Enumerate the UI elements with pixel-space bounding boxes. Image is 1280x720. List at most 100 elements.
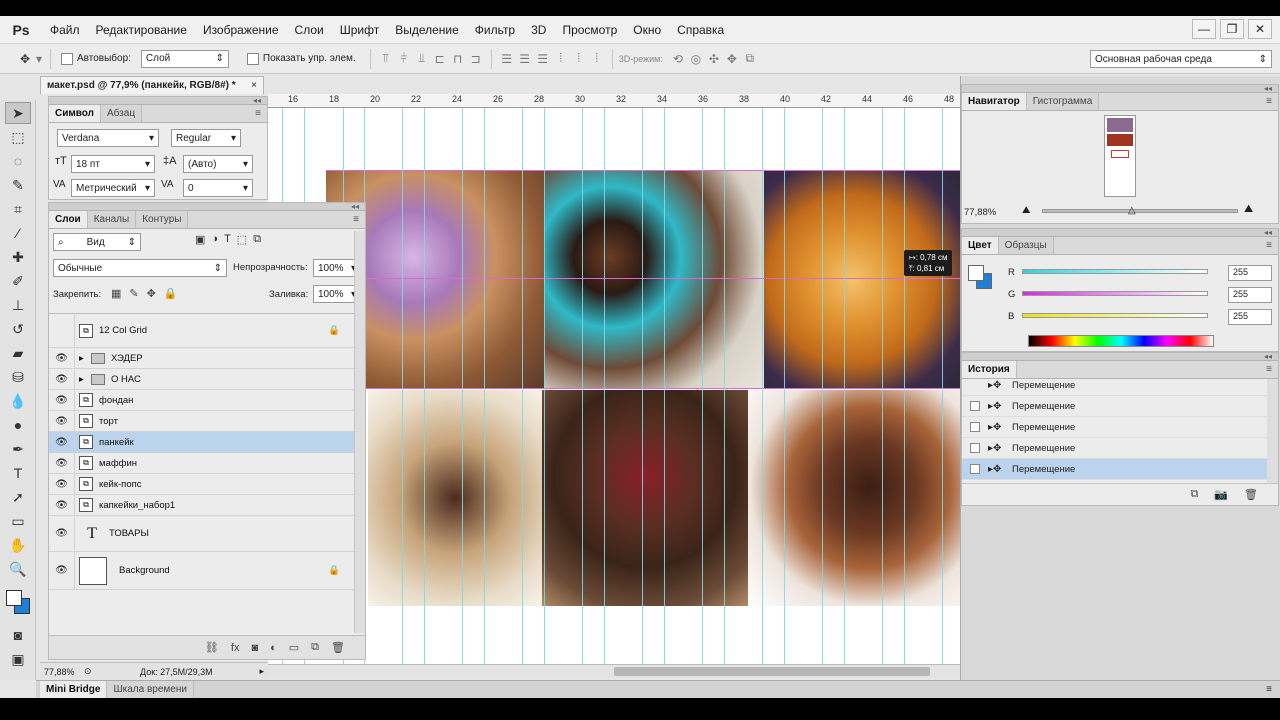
zoom-in-icon[interactable]: ⛰ bbox=[1244, 203, 1253, 216]
menu-select[interactable]: Выделение bbox=[387, 16, 467, 44]
distribute-vcenter-icon[interactable]: ☰ bbox=[516, 50, 534, 68]
panel-collapse-icon[interactable]: ◂◂ bbox=[962, 353, 1278, 361]
path-select-icon[interactable]: ➚ bbox=[5, 486, 31, 508]
lock-transparent-icon[interactable]: ▦ bbox=[111, 287, 121, 300]
kerning-dropdown[interactable]: Метрический ▾ bbox=[71, 179, 155, 197]
align-vcenter-icon[interactable]: ⫩ bbox=[395, 50, 413, 68]
distribute-left-icon[interactable]: ⦙ bbox=[552, 50, 570, 68]
menu-filter[interactable]: Фильтр bbox=[467, 16, 523, 44]
document-canvas[interactable]: ↦: 0,78 см ⤒: 0,81 см bbox=[268, 108, 960, 664]
chocolates-box-image[interactable] bbox=[368, 390, 542, 606]
zoom-tool-icon[interactable]: 🔍 bbox=[5, 558, 31, 580]
align-right-icon[interactable]: ⊐ bbox=[467, 50, 485, 68]
menu-file[interactable]: Файл bbox=[42, 16, 88, 44]
tab-navigator[interactable]: Навигатор bbox=[962, 93, 1027, 110]
brush-tool-icon[interactable]: ✐ bbox=[5, 270, 31, 292]
channel-r-slider[interactable] bbox=[1022, 269, 1208, 274]
autoselect-dropdown[interactable]: Слой ⇕ bbox=[140, 49, 229, 68]
rotate-3d-icon[interactable]: ⟲ bbox=[669, 50, 687, 68]
history-item-selected[interactable]: ▸✥ Перемещение bbox=[962, 459, 1267, 480]
marquee-tool-icon[interactable]: ⬚ bbox=[5, 126, 31, 148]
fondant-image[interactable] bbox=[748, 390, 960, 606]
navigator-zoom-slider[interactable] bbox=[1042, 209, 1238, 213]
history-item[interactable]: ▸✥ Перемещение bbox=[962, 438, 1267, 459]
paint-bucket-icon[interactable]: ⛁ bbox=[5, 366, 31, 388]
status-info-icon[interactable]: ⊙ bbox=[84, 666, 100, 677]
visibility-toggle[interactable] bbox=[49, 314, 75, 347]
tab-layers[interactable]: Слои bbox=[49, 211, 88, 228]
eye-icon[interactable]: 👁 bbox=[49, 552, 75, 589]
panel-menu-icon[interactable]: ≡ bbox=[255, 108, 261, 119]
tab-character[interactable]: Символ bbox=[49, 105, 101, 122]
healing-tool-icon[interactable]: ✚ bbox=[5, 246, 31, 268]
filter-pixel-icon[interactable]: ▣ bbox=[195, 233, 205, 246]
pancakes-image[interactable] bbox=[764, 170, 960, 388]
font-size-dropdown[interactable]: 18 пт ▾ bbox=[71, 155, 155, 173]
font-style-dropdown[interactable]: Regular ▾ bbox=[171, 129, 241, 147]
tracking-dropdown[interactable]: 0 ▾ bbox=[183, 179, 253, 197]
history-item[interactable]: ▸✥ Перемещение bbox=[962, 396, 1267, 417]
type-tool-icon[interactable]: T bbox=[5, 462, 31, 484]
pen-tool-icon[interactable]: ✒ bbox=[5, 438, 31, 460]
show-controls-checkbox[interactable] bbox=[246, 52, 259, 65]
menu-type[interactable]: Шрифт bbox=[332, 16, 387, 44]
tab-paragraph[interactable]: Абзац bbox=[101, 105, 143, 122]
menu-edit[interactable]: Редактирование bbox=[88, 16, 195, 44]
expand-arrow-icon[interactable]: ▸ bbox=[79, 374, 89, 385]
navigator-preview[interactable] bbox=[1104, 115, 1136, 197]
add-mask-icon[interactable]: ◙ bbox=[251, 642, 258, 654]
dodge-tool-icon[interactable]: ● bbox=[5, 414, 31, 436]
navigator-zoom[interactable]: 77,88% bbox=[964, 207, 996, 218]
cake-pops-image[interactable] bbox=[544, 170, 764, 388]
crop-tool-icon[interactable]: ⌗ bbox=[5, 198, 31, 220]
layers-scrollbar[interactable] bbox=[354, 231, 365, 633]
menu-view[interactable]: Просмотр bbox=[554, 16, 625, 44]
history-item[interactable]: ▸✥ Перемещение bbox=[962, 379, 1267, 396]
workspace-dropdown[interactable]: Основная рабочая среда ⇕ bbox=[1090, 50, 1272, 68]
panel-menu-icon[interactable]: ≡ bbox=[1266, 96, 1272, 107]
scrollbar-thumb[interactable] bbox=[614, 667, 930, 676]
layer-row[interactable]: ⧉ 12 Col Grid 🔒 bbox=[49, 314, 354, 348]
align-hcenter-icon[interactable]: ⊓ bbox=[449, 50, 467, 68]
roll-3d-icon[interactable]: ◎ bbox=[687, 50, 705, 68]
new-document-from-state-icon[interactable]: ⧉ bbox=[1190, 488, 1198, 501]
tab-histogram[interactable]: Гистограмма bbox=[1026, 93, 1100, 110]
layer-row[interactable]: 👁 T ТОВАРЫ bbox=[49, 516, 354, 552]
layer-row[interactable]: 👁 ⧉ маффин bbox=[49, 453, 354, 474]
eye-icon[interactable]: 👁 bbox=[49, 453, 75, 473]
expand-arrow-icon[interactable]: ▸ bbox=[79, 353, 89, 364]
new-group-icon[interactable]: ▭ bbox=[289, 641, 299, 654]
distribute-bottom-icon[interactable]: ☰ bbox=[534, 50, 552, 68]
tab-paths[interactable]: Контуры bbox=[136, 211, 189, 228]
eyedropper-tool-icon[interactable]: ⁄ bbox=[5, 222, 31, 244]
leading-dropdown[interactable]: (Авто) ▾ bbox=[183, 155, 253, 173]
channel-g-slider[interactable] bbox=[1022, 291, 1208, 296]
color-spectrum-ramp[interactable] bbox=[1028, 335, 1214, 347]
lasso-tool-icon[interactable]: ◌ bbox=[5, 150, 31, 172]
zoom-out-icon[interactable]: ⛰ bbox=[1022, 205, 1030, 216]
layer-row[interactable]: 👁 ▸ О НАС bbox=[49, 369, 354, 390]
eraser-tool-icon[interactable]: ▰ bbox=[5, 342, 31, 364]
eye-icon[interactable]: 👁 bbox=[49, 495, 75, 515]
align-bottom-icon[interactable]: ⫫ bbox=[413, 50, 431, 68]
move-tool-icon[interactable]: ➤ bbox=[5, 102, 31, 124]
scale-3d-icon[interactable]: ⧉ bbox=[741, 50, 759, 68]
tab-channels[interactable]: Каналы bbox=[87, 211, 137, 228]
filter-smart-icon[interactable]: ⧉ bbox=[253, 233, 261, 246]
trash-icon[interactable]: 🗑 bbox=[1244, 488, 1258, 501]
filter-shape-icon[interactable]: ⬚ bbox=[237, 233, 247, 246]
autoselect-checkbox[interactable] bbox=[61, 52, 73, 65]
layer-row[interactable]: 👁 Background 🔒 bbox=[49, 552, 354, 590]
restore-icon[interactable]: ❐ bbox=[1220, 19, 1244, 39]
history-snapshot-box[interactable] bbox=[970, 443, 980, 453]
tab-timeline[interactable]: Шкала времени bbox=[107, 681, 194, 698]
eye-icon[interactable]: 👁 bbox=[49, 369, 75, 389]
layer-row[interactable]: 👁 ▸ ХЭДЕР bbox=[49, 348, 354, 369]
history-snapshot-box[interactable] bbox=[970, 422, 980, 432]
history-brush-icon[interactable]: ↺ bbox=[5, 318, 31, 340]
channel-g-value[interactable]: 255 bbox=[1228, 287, 1272, 303]
history-snapshot-box[interactable] bbox=[970, 464, 980, 474]
channel-b-slider[interactable] bbox=[1022, 313, 1208, 318]
tab-mini-bridge[interactable]: Mini Bridge bbox=[40, 681, 108, 698]
filter-type-icon[interactable]: T bbox=[224, 233, 231, 246]
